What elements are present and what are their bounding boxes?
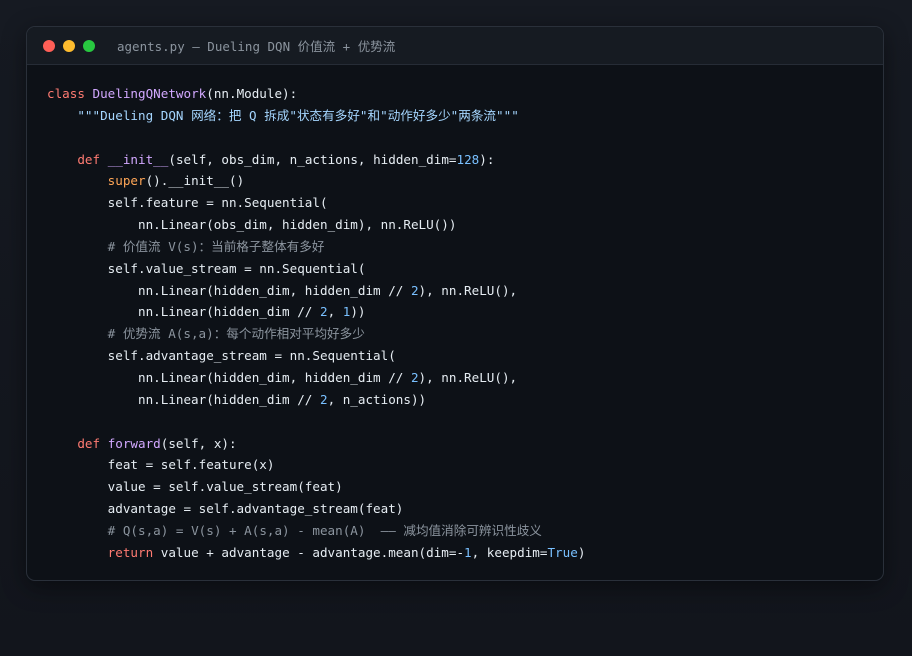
close-window-button[interactable]	[43, 39, 55, 52]
code-text: , n_actions))	[327, 391, 427, 407]
keyword-token: class	[47, 86, 93, 101]
code-line: nn.Linear(hidden_dim, hidden_dim // 2), …	[47, 367, 585, 389]
code-line: # 价值流 V(s)：当前格子整体有多好	[47, 236, 585, 258]
window-title: agents.py — Dueling DQN 价值流 + 优势流	[117, 39, 396, 54]
comment-token: # 优势流 A(s,a)：每个动作相对平均好多少	[107, 326, 365, 342]
comment-token: # 价值流 V(s)：当前格子整体有多好	[107, 238, 325, 254]
code-line: self.feature = nn.Sequential(	[47, 192, 585, 214]
function-name-token: __init__	[107, 151, 169, 167]
code-text: nn.Linear(hidden_dim //	[47, 391, 320, 407]
code-line: self.value_stream = nn.Sequential(	[47, 258, 585, 280]
code-block[interactable]: class DuelingQNetwork(nn.Module): """Due…	[47, 83, 585, 564]
code-line: return value + advantage - advantage.mea…	[47, 542, 586, 564]
keyword-token: return	[107, 544, 161, 560]
code-line: nn.Linear(hidden_dim // 2, n_actions))	[47, 389, 585, 411]
code-text: nn.Linear(hidden_dim, hidden_dim //	[47, 369, 411, 385]
number-token: 2	[410, 369, 419, 385]
function-name-token: forward	[107, 435, 161, 451]
code-text: self.feature = nn.Sequential(	[47, 195, 328, 211]
code-text: , keepdim=	[471, 544, 548, 560]
code-text: nn.Linear(hidden_dim, hidden_dim //	[47, 282, 411, 298]
window-titlebar: agents.py — Dueling DQN 价值流 + 优势流	[27, 27, 883, 65]
code-line: self.advantage_stream = nn.Sequential(	[47, 345, 585, 367]
maximize-window-button[interactable]	[83, 39, 95, 52]
number-token: 2	[410, 282, 419, 298]
minimize-window-button[interactable]	[63, 39, 75, 52]
number-token: 1	[464, 544, 472, 560]
code-line: # 优势流 A(s,a)：每个动作相对平均好多少	[47, 323, 585, 345]
code-line: nn.Linear(obs_dim, hidden_dim), nn.ReLU(…	[47, 214, 585, 236]
number-token: 2	[319, 391, 328, 407]
docstring-token: """Dueling DQN 网络：把 Q 拆成"状态有多好"和"动作好多少"两…	[77, 107, 519, 123]
number-token: 2	[319, 304, 328, 320]
code-text: self.advantage_stream = nn.Sequential(	[47, 348, 396, 364]
code-text: )	[577, 544, 586, 560]
code-text: nn.Linear(obs_dim, hidden_dim), nn.ReLU(…	[47, 217, 457, 233]
code-line: nn.Linear(hidden_dim // 2, 1))	[47, 301, 585, 323]
code-window: agents.py — Dueling DQN 价值流 + 优势流 class …	[26, 26, 884, 581]
boolean-token: True	[547, 544, 578, 560]
code-text: ,	[327, 304, 343, 320]
code-text: advantage = self.advantage_stream(feat)	[47, 501, 404, 517]
code-line: super().__init__()	[47, 170, 585, 192]
number-token: 128	[456, 151, 480, 167]
code-text: ), nn.ReLU(),	[418, 282, 518, 298]
code-line: def __init__(self, obs_dim, n_actions, h…	[47, 149, 585, 171]
code-line: feat = self.feature(x)	[47, 454, 585, 476]
code-text: ().__init__()	[145, 173, 245, 189]
code-text: self.value_stream = nn.Sequential(	[47, 260, 366, 276]
code-line: value = self.value_stream(feat)	[47, 476, 585, 498]
code-text: (self, obs_dim, n_actions, hidden_dim=	[168, 151, 457, 167]
code-text: feat = self.feature(x)	[47, 457, 275, 473]
code-line: """Dueling DQN 网络：把 Q 拆成"状态有多好"和"动作好多少"两…	[47, 105, 585, 127]
code-text: nn.Linear(hidden_dim //	[47, 304, 320, 320]
code-text: value + advantage - advantage.mean(dim=-	[160, 544, 465, 560]
code-line: class DuelingQNetwork(nn.Module):	[47, 83, 585, 105]
code-line: def forward(self, x):	[47, 433, 585, 455]
code-line: nn.Linear(hidden_dim, hidden_dim // 2), …	[47, 280, 585, 302]
code-text: (self, x):	[160, 435, 237, 451]
code-text: (nn.Module):	[206, 86, 298, 101]
code-text: value = self.value_stream(feat)	[47, 479, 343, 495]
code-text: ))	[350, 304, 366, 320]
builtin-token: super	[107, 173, 146, 189]
comment-token: # Q(s,a) = V(s) + A(s,a) - mean(A) —— 减均…	[107, 522, 542, 538]
keyword-token: def	[77, 435, 108, 451]
keyword-token: def	[77, 151, 108, 167]
code-text: ):	[479, 151, 495, 167]
code-line: # Q(s,a) = V(s) + A(s,a) - mean(A) —— 减均…	[47, 520, 585, 542]
code-text: ), nn.ReLU(),	[418, 369, 518, 385]
function-name-token: DuelingQNetwork	[92, 86, 207, 101]
code-line: advantage = self.advantage_stream(feat)	[47, 498, 585, 520]
